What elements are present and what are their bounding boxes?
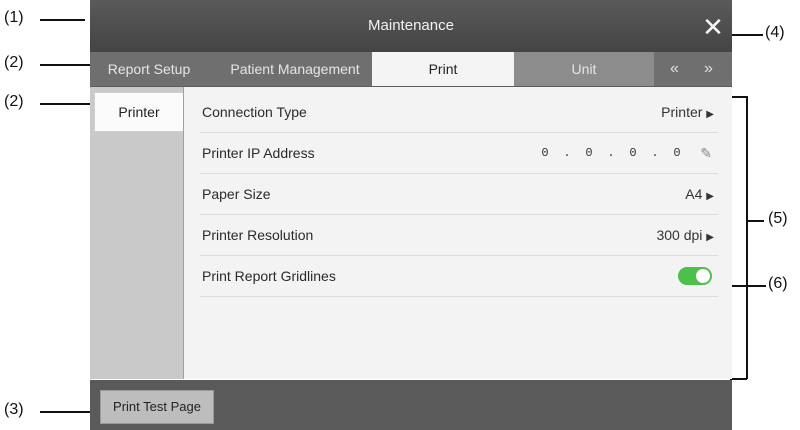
close-icon[interactable]: ✕ (700, 14, 726, 40)
window-title: Maintenance (368, 17, 454, 34)
title-bar: Maintenance ✕ (90, 0, 732, 52)
maintenance-window: Maintenance ✕ Report Setup Patient Manag… (90, 0, 732, 430)
print-gridlines-label: Print Report Gridlines (202, 268, 336, 284)
bracket-5-top (730, 96, 747, 98)
callout-3: (3) (4, 401, 24, 418)
callout-2b: (2) (4, 93, 24, 110)
chevron-right-icon: ▶ (706, 232, 714, 243)
edit-pencil-icon[interactable]: ✎ (700, 133, 712, 173)
callout-line-5 (747, 220, 764, 222)
chevron-right-icon: ▶ (706, 109, 714, 120)
printer-resolution-label: Printer Resolution (202, 227, 314, 243)
callout-4: (4) (765, 24, 785, 41)
gridlines-toggle[interactable] (678, 267, 712, 285)
tab-report-setup[interactable]: Report Setup (90, 52, 208, 86)
printer-ip-label: Printer IP Address (202, 145, 315, 161)
settings-panel: Connection Type Printer ▶ Printer IP Add… (184, 87, 732, 379)
callout-line-2a (40, 64, 92, 66)
callout-2a: (2) (4, 54, 24, 71)
row-paper-size[interactable]: Paper Size A4 ▶ (200, 174, 718, 215)
callout-line-1 (40, 19, 85, 21)
callout-line-2b (40, 103, 96, 105)
toggle-knob (696, 269, 710, 283)
row-connection-type[interactable]: Connection Type Printer ▶ (200, 92, 718, 133)
sidebar: Printer (90, 87, 184, 379)
callout-1: (1) (4, 9, 24, 26)
tab-bar: Report Setup Patient Management Print Un… (90, 52, 732, 87)
connection-type-label: Connection Type (202, 104, 307, 120)
row-print-gridlines: Print Report Gridlines (200, 256, 718, 297)
callout-6: (6) (768, 275, 788, 292)
bracket-5-bottom (730, 378, 747, 380)
bracket-5-vertical (746, 96, 748, 379)
paper-size-label: Paper Size (202, 186, 271, 202)
tab-next-icon[interactable]: » (704, 52, 713, 86)
tab-patient-management[interactable]: Patient Management (220, 52, 370, 86)
paper-size-value: A4 ▶ (685, 186, 714, 202)
connection-type-value: Printer ▶ (661, 104, 714, 120)
printer-resolution-value: 300 dpi ▶ (656, 227, 714, 243)
tab-print[interactable]: Print (372, 52, 514, 86)
tab-prev-icon[interactable]: « (670, 52, 679, 86)
chevron-right-icon: ▶ (706, 191, 714, 202)
callout-5: (5) (768, 210, 788, 227)
sidebar-item-printer[interactable]: Printer (94, 92, 183, 132)
row-printer-resolution[interactable]: Printer Resolution 300 dpi ▶ (200, 215, 718, 256)
tab-unit[interactable]: Unit (514, 52, 654, 86)
print-test-page-button[interactable]: Print Test Page (100, 390, 214, 424)
row-printer-ip[interactable]: Printer IP Address 0.0.0.0 ✎ (200, 133, 718, 174)
footer-bar: Print Test Page (90, 380, 732, 430)
printer-ip-value[interactable]: 0.0.0.0 (534, 133, 688, 173)
